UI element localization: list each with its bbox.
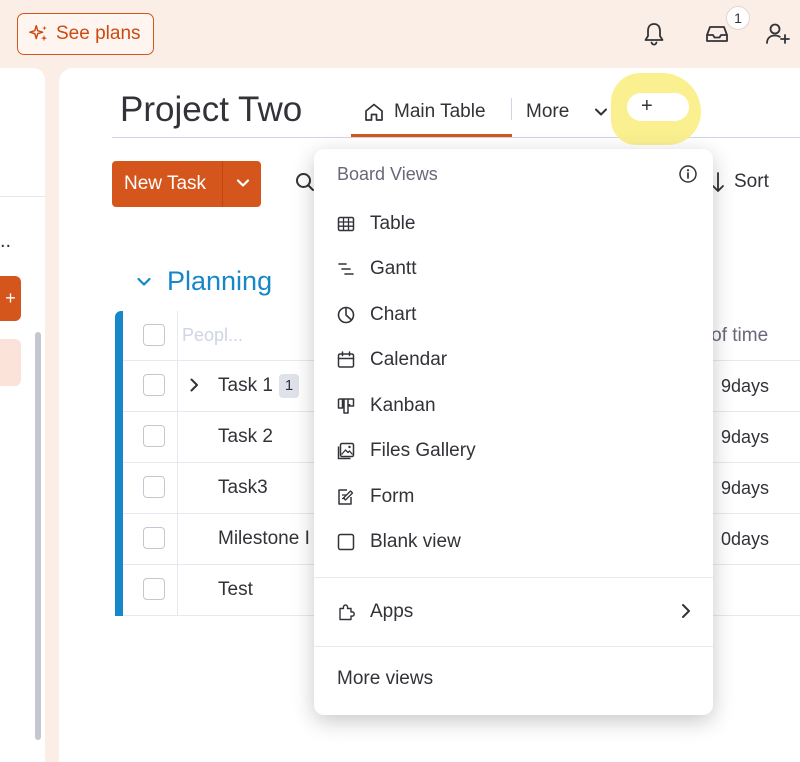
- sort-label: Sort: [734, 171, 769, 192]
- column-divider: [177, 463, 178, 514]
- tab-more[interactable]: More: [526, 93, 610, 131]
- sort-button[interactable]: Sort: [708, 170, 769, 194]
- column-divider: [177, 361, 178, 412]
- blank-view-icon: [337, 533, 355, 551]
- info-icon[interactable]: [678, 164, 698, 184]
- new-task-label: New Task: [124, 173, 207, 194]
- task-name[interactable]: Milestone I: [218, 528, 310, 550]
- home-icon: [365, 103, 383, 121]
- menu-item-kanban[interactable]: Kanban: [336, 390, 691, 422]
- sidebar-selected-item[interactable]: [0, 339, 21, 386]
- page-title: Project Two: [120, 90, 303, 129]
- new-task-button[interactable]: New Task: [112, 161, 261, 207]
- inbox-count-badge: 1: [726, 6, 750, 30]
- column-divider: [177, 311, 178, 361]
- gallery-icon: [337, 442, 355, 460]
- top-bar: See plans 1: [0, 0, 800, 68]
- tab-main-table[interactable]: Main Table: [363, 93, 486, 131]
- form-icon: [338, 489, 354, 505]
- menu-item-label: Kanban: [370, 395, 436, 416]
- task-duration: 9days: [721, 427, 770, 447]
- menu-item-label: Blank view: [370, 531, 461, 552]
- menu-item-label: Apps: [370, 601, 414, 622]
- row-checkbox[interactable]: [143, 374, 165, 396]
- puzzle-icon: [339, 604, 355, 621]
- subitems-count-badge[interactable]: 1: [279, 374, 299, 398]
- menu-divider: [314, 577, 713, 578]
- row-checkbox[interactable]: [143, 578, 165, 600]
- kanban-icon: [337, 398, 355, 414]
- task-duration: 9days: [721, 376, 770, 396]
- menu-item-label: Table: [370, 213, 416, 234]
- left-sidebar: .. +: [0, 68, 45, 762]
- task-duration: 9days: [721, 478, 770, 498]
- task-name[interactable]: Test: [218, 579, 253, 601]
- row-checkbox[interactable]: [143, 425, 165, 447]
- bell-icon[interactable]: [640, 20, 668, 48]
- gantt-icon: [338, 263, 354, 275]
- invite-user-icon[interactable]: [764, 20, 792, 48]
- menu-title: Board Views: [337, 164, 438, 184]
- column-divider: [177, 565, 178, 616]
- chevron-right-icon[interactable]: [678, 601, 694, 621]
- table-icon: [337, 216, 355, 232]
- row-checkbox[interactable]: [143, 527, 165, 549]
- menu-item-files-gallery[interactable]: Files Gallery: [336, 435, 691, 467]
- select-all-checkbox[interactable]: [143, 324, 165, 346]
- tab-divider: [511, 98, 512, 120]
- calendar-icon: [337, 351, 355, 368]
- menu-item-gantt[interactable]: Gantt: [336, 253, 691, 285]
- see-plans-label: See plans: [56, 23, 141, 44]
- menu-item-label: Gantt: [370, 258, 417, 279]
- column-divider: [177, 514, 178, 565]
- group-header[interactable]: Planning: [135, 266, 272, 297]
- sidebar-ellipsis: ..: [0, 230, 12, 252]
- see-plans-button[interactable]: See plans: [17, 13, 154, 55]
- menu-item-apps[interactable]: Apps: [336, 596, 691, 628]
- chevron-down-icon: [595, 108, 608, 116]
- menu-item-label: Form: [370, 486, 415, 507]
- header-divider: [112, 137, 800, 138]
- tab-more-label: More: [526, 101, 570, 122]
- column-divider: [177, 412, 178, 463]
- task-name[interactable]: Task 2: [218, 426, 273, 448]
- sidebar-add-button[interactable]: +: [0, 276, 21, 321]
- chevron-down-icon[interactable]: [135, 273, 153, 291]
- menu-item-label: Files Gallery: [370, 440, 476, 461]
- group-color-bar: [115, 311, 123, 616]
- task-name[interactable]: Task3: [218, 477, 268, 499]
- add-view-button[interactable]: +: [627, 93, 689, 121]
- menu-item-form[interactable]: Form: [336, 481, 691, 513]
- menu-item-blank-view[interactable]: Blank view: [336, 526, 691, 558]
- row-checkbox[interactable]: [143, 476, 165, 498]
- button-split: [222, 161, 223, 207]
- task-duration: 0days: [721, 529, 770, 549]
- task-name[interactable]: Task 1: [218, 375, 273, 397]
- menu-item-table[interactable]: Table: [336, 208, 691, 240]
- chevron-down-icon[interactable]: [233, 173, 253, 193]
- sidebar-divider: [0, 196, 45, 197]
- chart-icon: [337, 306, 355, 324]
- chevron-right-icon[interactable]: [185, 376, 203, 394]
- column-header-people: Peopl...: [182, 325, 244, 345]
- menu-divider: [314, 646, 713, 647]
- board-views-menu: Board Views Table Gantt Chart Calendar K…: [314, 149, 713, 715]
- menu-item-chart[interactable]: Chart: [336, 299, 691, 331]
- menu-item-calendar[interactable]: Calendar: [336, 344, 691, 376]
- menu-item-label: Calendar: [370, 349, 448, 370]
- sidebar-scrollbar[interactable]: [35, 332, 41, 740]
- group-title[interactable]: Planning: [167, 266, 272, 297]
- menu-item-label: Chart: [370, 304, 417, 325]
- more-views-link[interactable]: More views: [337, 668, 433, 690]
- tab-main-table-label: Main Table: [394, 101, 486, 122]
- sparkle-icon: [29, 25, 48, 42]
